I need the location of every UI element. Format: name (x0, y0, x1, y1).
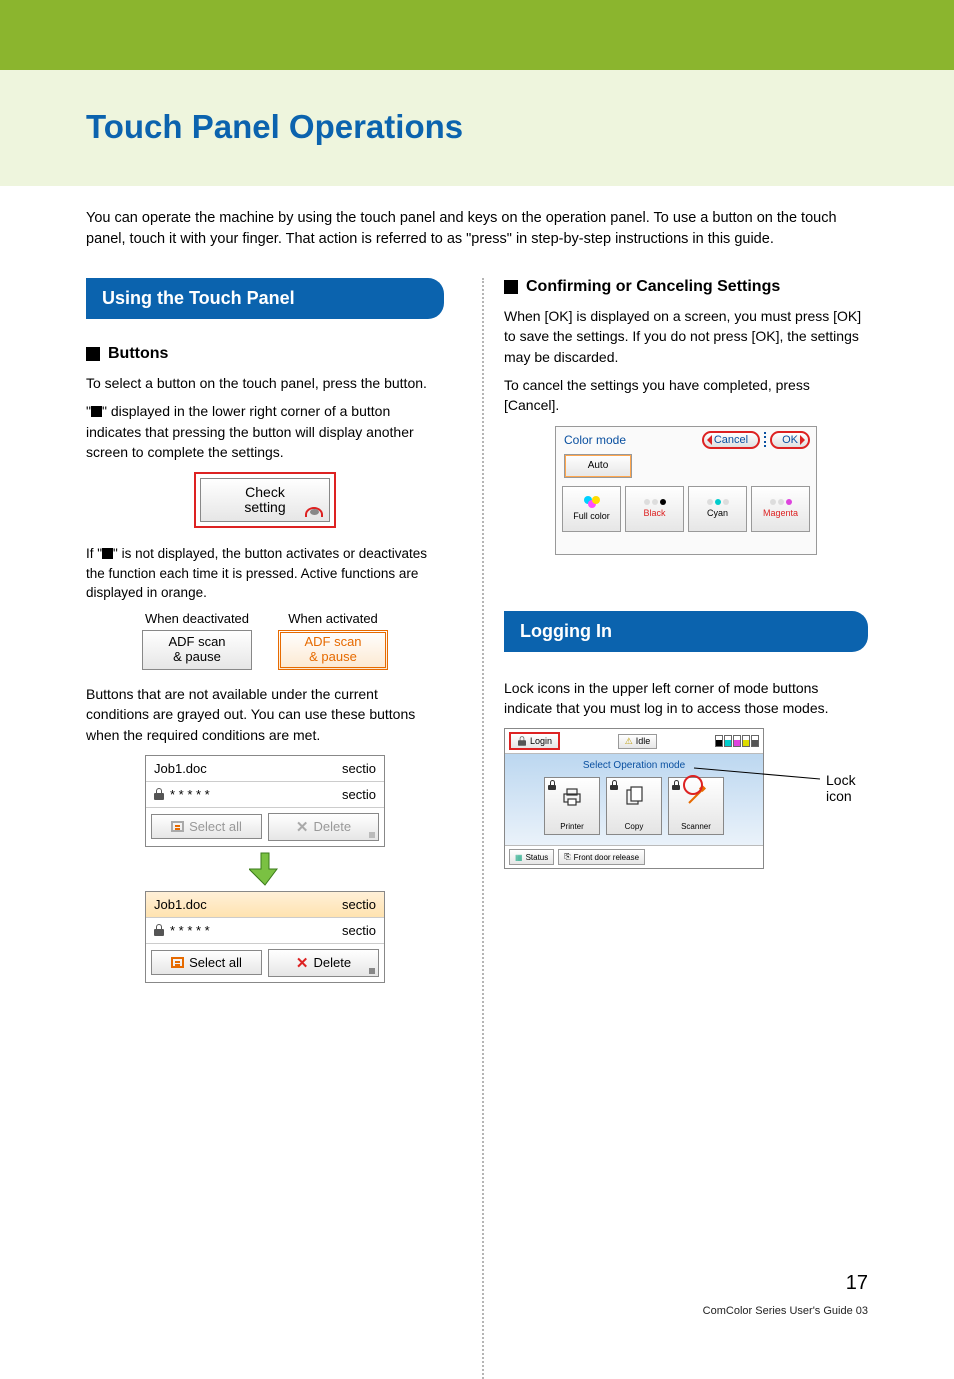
ok-button[interactable]: OK (770, 431, 810, 449)
status-icon: ▦ (515, 853, 523, 862)
lock-icon (518, 736, 526, 746)
delete-button[interactable]: ✕ Delete (268, 813, 379, 841)
lock-icon (154, 924, 164, 936)
front-door-release-button[interactable]: ⎘ Front door release (558, 849, 645, 865)
black-icon (644, 499, 666, 505)
page-title: Touch Panel Operations (86, 108, 954, 146)
full-color-icon (584, 496, 600, 508)
confirm-cancel-heading: Confirming or Canceling Settings (504, 278, 868, 296)
lock-icon (610, 780, 618, 790)
buttons-p1: To select a button on the touch panel, p… (86, 373, 444, 393)
delete-button[interactable]: ✕ Delete (268, 949, 379, 977)
ink-levels-icon (715, 735, 759, 747)
lock-icon (672, 780, 680, 790)
buttons-p2: "" displayed in the lower right corner o… (86, 401, 444, 462)
buttons-p4: Buttons that are not available under the… (86, 684, 444, 745)
confirm-cancel-heading-text: Confirming or Canceling Settings (526, 278, 780, 296)
copy-icon (620, 781, 648, 811)
left-column: Using the Touch Panel Buttons To select … (86, 278, 474, 999)
submenu-corner-icon (305, 507, 323, 517)
status-button[interactable]: ▦ Status (509, 849, 554, 865)
using-touch-panel-banner: Using the Touch Panel (86, 278, 444, 319)
idle-indicator: ⚠ Idle (618, 734, 658, 749)
warning-icon: ⚠ (625, 736, 633, 747)
footer-text: ComColor Series User's Guide 03 (703, 1305, 868, 1317)
cyan-icon (707, 499, 729, 505)
select-all-icon (171, 957, 184, 968)
black-button[interactable]: Black (625, 486, 684, 532)
delete-x-icon: ✕ (296, 954, 309, 972)
job-row-locked[interactable]: * * * * * sectio (146, 782, 384, 808)
square-bullet-icon (86, 347, 100, 361)
delete-x-icon: ✕ (296, 818, 309, 836)
check-setting-button[interactable]: Check setting (200, 478, 330, 522)
magenta-button[interactable]: Magenta (751, 486, 810, 532)
mode-selection-panel: Login ⚠ Idle Select Operation mode (504, 728, 764, 869)
auto-button[interactable]: Auto (564, 454, 632, 478)
select-mode-caption: Select Operation mode (505, 760, 763, 771)
column-divider (474, 278, 494, 999)
title-band: Touch Panel Operations (0, 70, 954, 186)
door-icon: ⎘ (564, 852, 570, 862)
deactivated-label: When deactivated (142, 611, 252, 626)
header-band (0, 0, 954, 70)
adf-scan-pause-button[interactable]: ADF scan & pause (142, 630, 252, 670)
lock-icon (548, 780, 556, 790)
magenta-icon (770, 499, 792, 505)
job-list-enabled: Job1.doc sectio * * * * * sectio Se (145, 891, 385, 983)
printer-mode-button[interactable]: Printer (544, 777, 600, 835)
toggle-illustration: When deactivated ADF scan & pause When a… (86, 611, 444, 670)
job-row[interactable]: Job1.doc sectio (146, 756, 384, 782)
color-mode-dialog: Color mode Cancel OK Auto (555, 426, 817, 555)
buttons-heading-text: Buttons (108, 345, 168, 363)
select-all-button[interactable]: Select all (151, 814, 262, 839)
buttons-heading: Buttons (86, 345, 444, 363)
cyan-button[interactable]: Cyan (688, 486, 747, 532)
job-row-selected[interactable]: Job1.doc sectio (146, 892, 384, 918)
logging-in-banner: Logging In (504, 611, 868, 652)
intro-text: You can operate the machine by using the… (86, 208, 868, 250)
logging-in-p: Lock icons in the upper left corner of m… (504, 678, 868, 719)
square-bullet-icon (504, 280, 518, 294)
login-button[interactable]: Login (509, 732, 560, 750)
printer-icon (558, 781, 586, 811)
buttons-p3: If "" is not displayed, the button activ… (86, 544, 444, 603)
copy-mode-button[interactable]: Copy (606, 777, 662, 835)
right-column: Confirming or Canceling Settings When [O… (494, 278, 868, 999)
select-all-icon (171, 821, 184, 832)
check-setting-illustration: Check setting (194, 472, 336, 528)
cancel-button[interactable]: Cancel (702, 431, 760, 449)
job-row-locked[interactable]: * * * * * sectio (146, 918, 384, 944)
color-mode-title: Color mode (564, 433, 626, 447)
adf-scan-pause-button-active[interactable]: ADF scan & pause (278, 630, 388, 670)
page-number: 17 (846, 1272, 868, 1295)
lock-icon-label: Lock icon (826, 772, 868, 804)
activated-label: When activated (278, 611, 388, 626)
select-all-button[interactable]: Select all (151, 950, 262, 975)
callout-circle-icon (683, 775, 703, 795)
scanner-mode-button[interactable]: Scanner (668, 777, 724, 835)
confirm-p1: When [OK] is displayed on a screen, you … (504, 306, 868, 367)
full-color-button[interactable]: Full color (562, 486, 621, 532)
submenu-indicator-icon (102, 548, 113, 559)
job-list-grayed: Job1.doc sectio * * * * * sectio Se (145, 755, 385, 847)
confirm-p2: To cancel the settings you have complete… (504, 375, 868, 416)
lock-icon (154, 788, 164, 800)
submenu-indicator-icon (91, 406, 102, 417)
down-arrow-icon (249, 851, 281, 887)
